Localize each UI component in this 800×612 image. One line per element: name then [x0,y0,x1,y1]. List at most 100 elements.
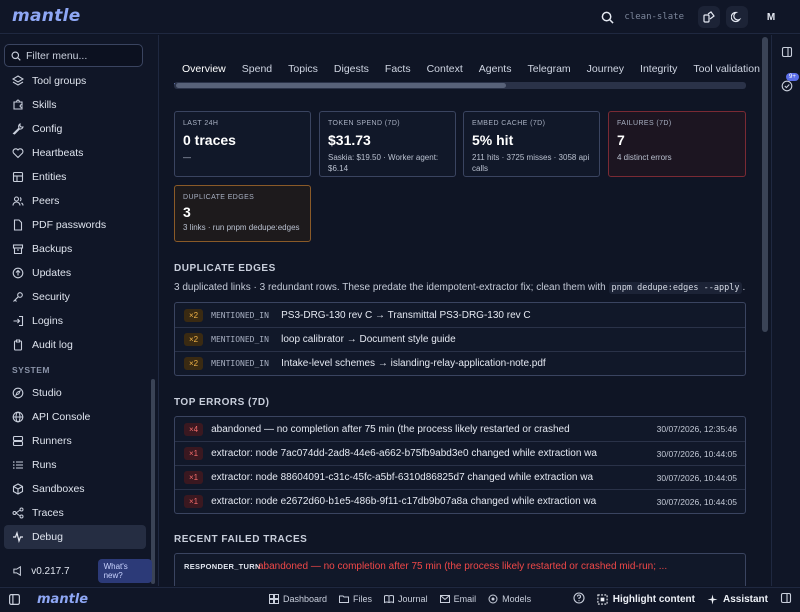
bottom-nav-label: Journal [398,594,428,604]
tab-context[interactable]: Context [419,56,471,85]
sidebar-item-sandboxes[interactable]: Sandboxes [4,477,146,501]
whats-new-button[interactable]: What's new? [97,559,152,583]
sidebar-section-system: SYSTEM [12,365,50,375]
top-errors-table: ×4 abandoned — no completion after 75 mi… [174,416,746,514]
list-icon [13,461,23,469]
theme-label[interactable]: clean-slate [624,12,684,22]
error-time: 30/07/2026, 10:44:05 [656,496,737,507]
bottom-nav-models[interactable]: Models [488,594,531,604]
sidebar-item-pdf-passwords[interactable]: PDF passwords [4,213,146,237]
stat-value: 7 [617,132,625,148]
sidebar-scrollbar[interactable] [151,379,155,584]
panel-toggle-icon[interactable] [779,44,795,60]
bottom-right-controls: Highlight content Assistant [573,592,792,607]
search-icon[interactable] [596,6,618,28]
sidebar-item-security[interactable]: Security [4,285,146,309]
stat-value: 3 [183,204,191,220]
dark-mode-button[interactable] [726,6,748,28]
stat-card-duplicate-edges[interactable]: DUPLICATE EDGES 3 3 links · run pnpm ded… [174,185,311,242]
models-icon [488,594,498,604]
search-icon [11,51,21,61]
tab-topics[interactable]: Topics [280,56,326,85]
folder-icon [339,595,350,603]
tab-facts[interactable]: Facts [377,56,419,85]
stat-label: DUPLICATE EDGES [183,194,255,201]
tab-agents[interactable]: Agents [471,56,520,85]
tab-digests[interactable]: Digests [326,56,377,85]
table-row[interactable]: ×1 extractor: node e2672d60-b1e5-486b-9f… [175,489,745,513]
bottom-logo[interactable]: mantle [37,592,88,607]
tab-telegram[interactable]: Telegram [519,56,578,85]
table-row[interactable]: ×2 MENTIONED_IN Intake-level schemes → i… [175,351,745,375]
app-logo[interactable]: mantle [12,6,81,26]
bottom-nav-dashboard[interactable]: Dashboard [269,594,327,604]
stat-card-last-24h[interactable]: LAST 24H 0 traces — [174,111,311,177]
table-row[interactable]: ×2 MENTIONED_IN PS3-DRG-130 rev C → Tran… [175,303,745,327]
table-row[interactable]: ×2 MENTIONED_IN loop calibrator → Docume… [175,327,745,351]
stat-subtext: 4 distinct errors [617,153,672,162]
edge-text: PS3-DRG-130 rev C → Transmittal PS3-DRG-… [281,309,531,321]
duplicate-edges-table: ×2 MENTIONED_IN PS3-DRG-130 rev C → Tran… [174,302,746,376]
sidebar-item-audit-log[interactable]: Audit log [4,333,146,357]
stat-card-failures[interactable]: FAILURES (7D) 7 4 distinct errors [608,111,746,177]
palette-toggle-button[interactable] [698,6,720,28]
sidebar-item-entities[interactable]: Entities [4,165,146,189]
sidebar-item-label: Debug [32,531,63,543]
filter-box[interactable] [4,44,143,67]
sidebar-item-label: Logins [32,315,63,327]
sidebar-item-api-console[interactable]: API Console [4,405,146,429]
error-text: extractor: node 7ac074dd-2ad8-44e6-a662-… [211,448,597,459]
help-icon[interactable] [573,592,585,607]
tabs-scrollbar[interactable] [174,82,746,89]
tab-spend[interactable]: Spend [234,56,280,85]
count-badge: ×2 [184,357,204,370]
sidebar-item-label: Sandboxes [32,483,85,495]
table-row[interactable]: ×1 extractor: node 88604091-c31c-45fc-a5… [175,465,745,489]
stat-card-token-spend[interactable]: TOKEN SPEND (7D) $31.73 Saskia: $19.50 ·… [319,111,456,177]
sidebar-item-studio[interactable]: Studio [4,381,146,405]
version-row: v0.217.7 What's new? [12,559,152,583]
error-text: extractor: node e2672d60-b1e5-486b-9f11-… [211,496,597,507]
sidebar-item-label: Config [32,123,63,135]
sidebar-item-heartbeats[interactable]: Heartbeats [4,141,146,165]
activity-icon [13,531,23,543]
tab-integrity[interactable]: Integrity [632,56,685,85]
tab-journey[interactable]: Journey [579,56,632,85]
assistant-label: Assistant [722,594,768,605]
highlight-content-button[interactable]: Highlight content [597,594,695,605]
panel-toggle-icon[interactable] [780,592,792,607]
error-time: 30/07/2026, 10:44:05 [656,472,737,483]
sidebar-item-updates[interactable]: Updates [4,261,146,285]
avatar[interactable]: M [760,6,782,28]
sidebar-item-traces[interactable]: Traces [4,501,146,525]
sidebar-item-runners[interactable]: Runners [4,429,146,453]
table-row[interactable]: ×1 extractor: node 7ac074dd-2ad8-44e6-a6… [175,441,745,465]
sidebar-item-runs[interactable]: Runs [4,453,146,477]
tab-overview[interactable]: Overview [174,56,234,85]
assistant-button[interactable]: Assistant [707,594,768,605]
bottom-nav-journal[interactable]: Journal [384,594,428,604]
sidebar-toggle-icon[interactable] [8,593,21,609]
stat-value: 0 traces [183,132,236,148]
stat-subtext: 3 links · run pnpm dedupe:edges [183,223,300,232]
stat-card-embed-cache[interactable]: EMBED CACHE (7D) 5% hit 211 hits · 3725 … [463,111,600,177]
sidebar-item-logins[interactable]: Logins [4,309,146,333]
network-icon [12,507,24,519]
bottom-nav-email[interactable]: Email [439,594,476,604]
table-row[interactable]: RESPONDER_TURN abandoned — no completion… [175,554,745,578]
sidebar-item-debug[interactable]: Debug [4,525,146,549]
bottom-nav-files[interactable]: Files [339,594,372,604]
top-bar: mantle clean-slate M [0,0,800,34]
sidebar-item-tool-groups[interactable]: Tool groups [4,69,146,93]
filter-menu-input[interactable] [26,49,136,62]
sidebar-item-peers[interactable]: Peers [4,189,146,213]
sidebar-item-skills[interactable]: Skills [4,93,146,117]
table-row[interactable]: ×4 abandoned — no completion after 75 mi… [175,417,745,441]
login-icon [13,315,24,327]
tabs-scrollbar-thumb[interactable] [176,83,506,88]
sidebar-item-config[interactable]: Config [4,117,146,141]
main-scrollbar[interactable] [762,37,768,332]
stat-subtext: Saskia: $19.50 · Worker agent: $6.14 [328,153,439,173]
sidebar-item-backups[interactable]: Backups [4,237,146,261]
tab-tool-validation[interactable]: Tool validation [685,56,763,85]
